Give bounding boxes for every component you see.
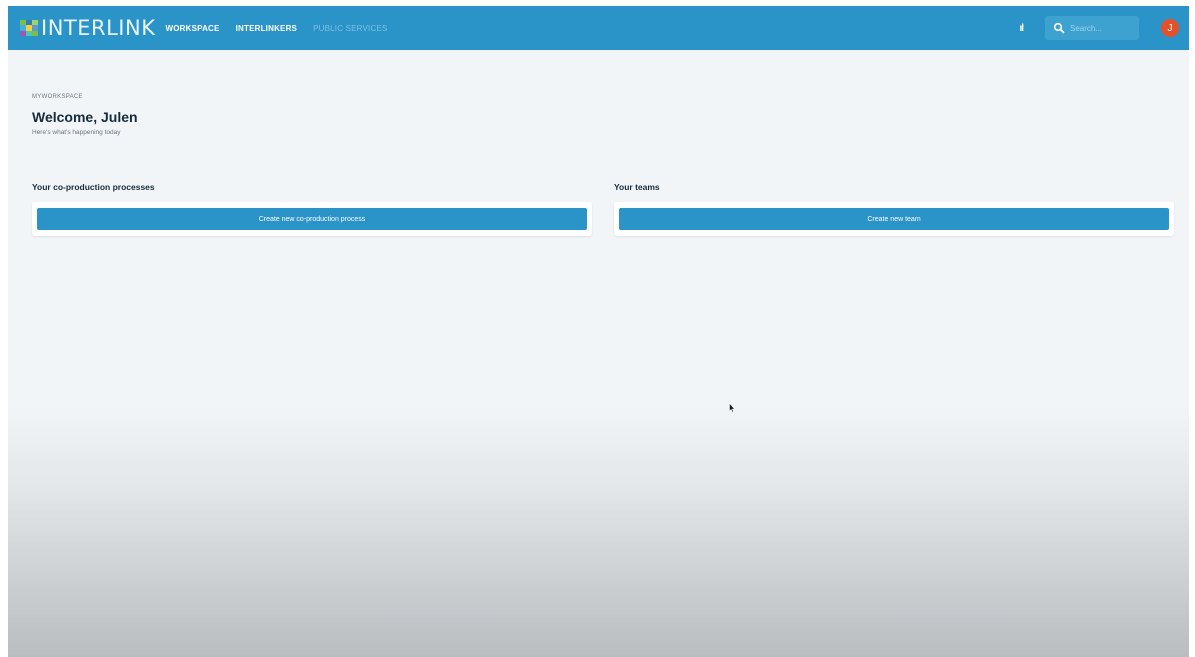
nav-workspace[interactable]: WORKSPACE bbox=[165, 24, 219, 33]
processes-section-title: Your co-production processes bbox=[32, 182, 155, 192]
create-team-button[interactable]: Create new team bbox=[619, 208, 1169, 230]
logo-text: INTERLINK bbox=[41, 16, 156, 40]
teams-card: Create new team bbox=[614, 202, 1174, 236]
teams-section: Your teams Create new team bbox=[614, 182, 1174, 236]
search-box[interactable] bbox=[1045, 16, 1139, 40]
user-avatar[interactable]: J bbox=[1161, 19, 1179, 37]
interlink-logo-mark-icon bbox=[20, 20, 38, 36]
teams-section-title: Your teams bbox=[614, 182, 660, 192]
nav-public-services[interactable]: PUBLIC SERVICES bbox=[313, 24, 387, 33]
search-input[interactable] bbox=[1070, 23, 1130, 33]
top-navigation-bar: INTERLINK WORKSPACE INTERLINKERS PUBLIC … bbox=[8, 6, 1189, 50]
nav-interlinkers[interactable]: INTERLINKERS bbox=[236, 24, 298, 33]
processes-card: Create new co-production process bbox=[32, 202, 592, 236]
main-content: MYWORKSPACE Welcome, Julen Here's what's… bbox=[32, 94, 1174, 236]
page-title: Welcome, Julen bbox=[32, 109, 138, 125]
language-icon[interactable]: ıl bbox=[1019, 23, 1023, 34]
header-actions: ıl J bbox=[1019, 16, 1179, 40]
processes-section: Your co-production processes Create new … bbox=[32, 182, 592, 236]
interlink-logo[interactable]: INTERLINK bbox=[20, 16, 155, 40]
search-icon bbox=[1053, 22, 1065, 34]
main-nav: WORKSPACE INTERLINKERS PUBLIC SERVICES bbox=[165, 24, 403, 33]
app-window: INTERLINK WORKSPACE INTERLINKERS PUBLIC … bbox=[8, 6, 1189, 657]
create-process-button[interactable]: Create new co-production process bbox=[37, 208, 587, 230]
page-subtitle: Here's what's happening today bbox=[32, 129, 121, 136]
mouse-pointer-icon bbox=[729, 403, 735, 413]
breadcrumb-overline: MYWORKSPACE bbox=[32, 94, 83, 100]
